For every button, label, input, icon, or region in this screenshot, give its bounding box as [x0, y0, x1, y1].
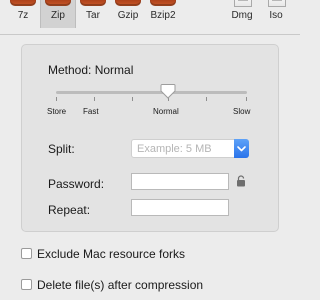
archive-icon — [10, 0, 36, 6]
exclude-forks-label: Exclude Mac resource forks — [37, 247, 186, 261]
format-bzip2-button[interactable]: Bzip2 — [145, 0, 181, 28]
compression-window: 7z Zip Tar Gzip Bzip2 Dmg Iso Method: No… — [0, 0, 300, 300]
slider-thumb[interactable] — [160, 83, 176, 99]
format-toolbar: 7z Zip Tar Gzip Bzip2 Dmg Iso — [0, 0, 300, 34]
format-label: 7z — [17, 10, 29, 21]
password-field[interactable] — [131, 173, 229, 190]
password-label: Password: — [48, 177, 105, 191]
slider-tick — [56, 97, 57, 101]
archive-icon — [115, 0, 141, 6]
format-label: Tar — [86, 10, 100, 21]
split-label: Split: — [48, 142, 75, 156]
compression-slider[interactable] — [56, 91, 247, 94]
split-dropdown-button[interactable] — [234, 139, 249, 158]
format-label: Zip — [51, 10, 65, 21]
split-input[interactable] — [132, 140, 232, 157]
format-7z-button[interactable]: 7z — [5, 0, 41, 28]
slider-tick — [94, 97, 95, 101]
slider-tick — [132, 97, 133, 101]
repeat-label: Repeat: — [48, 203, 91, 217]
format-gzip-button[interactable]: Gzip — [110, 0, 146, 28]
repeat-password-field[interactable] — [131, 199, 229, 216]
format-label: Dmg — [231, 10, 253, 21]
format-label: Iso — [269, 10, 283, 21]
format-iso-button[interactable]: Iso — [258, 0, 294, 28]
disk-image-icon — [234, 0, 252, 7]
format-label: Bzip2 — [150, 10, 176, 21]
method-label: Method: Normal — [48, 63, 134, 77]
lock-icon — [237, 175, 245, 187]
disk-image-icon — [268, 0, 286, 7]
delete-after-checkbox[interactable] — [21, 279, 32, 290]
split-combo-box — [131, 139, 249, 158]
format-tar-button[interactable]: Tar — [75, 0, 111, 28]
slider-tick — [206, 97, 207, 101]
level-label-store: Store — [47, 107, 67, 116]
archive-icon — [150, 0, 176, 6]
level-label-slow: Slow — [233, 107, 251, 116]
exclude-forks-checkbox[interactable] — [21, 248, 32, 259]
archive-icon — [80, 0, 106, 6]
format-zip-button[interactable]: Zip — [40, 0, 76, 28]
toolbar-divider — [0, 34, 300, 35]
chevron-down-icon — [237, 146, 246, 152]
level-label-fast: Fast — [83, 107, 99, 116]
delete-after-label: Delete file(s) after compression — [37, 278, 204, 292]
slider-tick — [246, 97, 247, 101]
archive-icon — [45, 0, 71, 6]
level-label-normal: Normal — [153, 107, 179, 116]
format-label: Gzip — [117, 10, 139, 21]
format-dmg-button[interactable]: Dmg — [224, 0, 260, 28]
